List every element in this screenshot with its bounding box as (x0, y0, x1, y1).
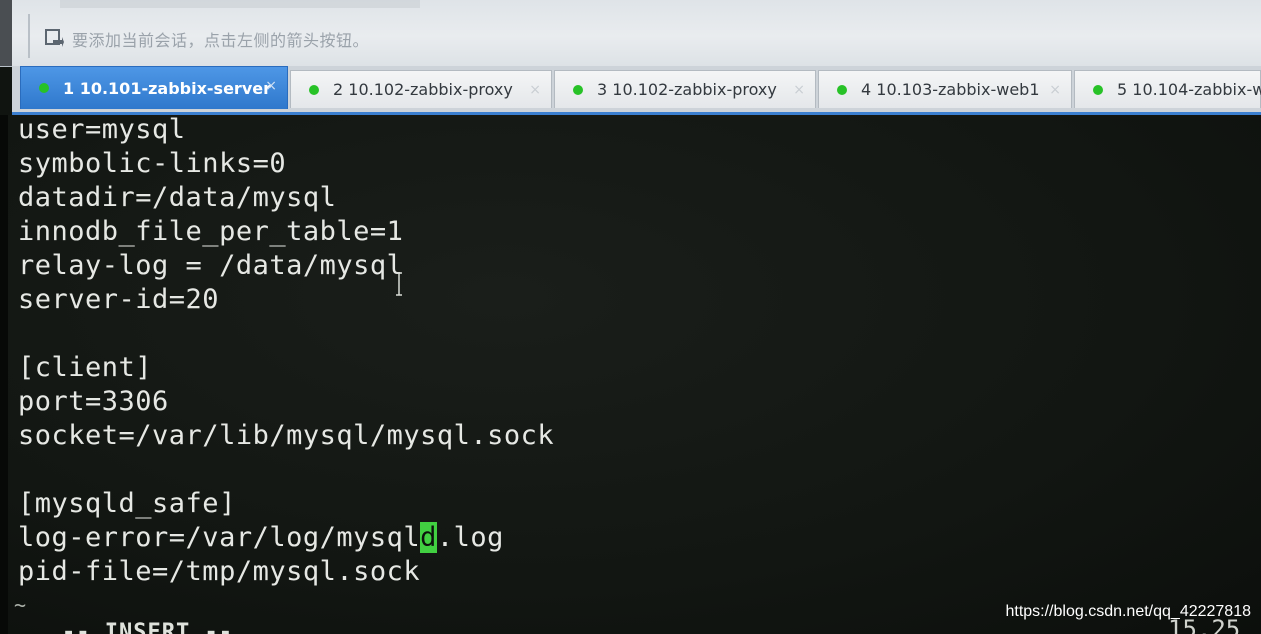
toolbar-top-strip (60, 0, 420, 8)
status-dot-icon (837, 84, 847, 95)
status-dot-icon (1093, 84, 1103, 95)
terminal-edge (0, 115, 8, 634)
close-icon[interactable]: × (793, 82, 805, 98)
session-tab-bar: 1 10.101-zabbix-server × 2 10.102-zabbix… (12, 66, 1261, 115)
config-line: innodb_file_per_table=1 (18, 216, 404, 247)
log-error-prefix: log-error=/var/log/mysql (18, 522, 421, 553)
config-line: datadir=/data/mysql (18, 182, 337, 213)
arrow-session-icon[interactable] (44, 28, 64, 48)
toolbar-separator (28, 14, 30, 58)
tab-session-2[interactable]: 2 10.102-zabbix-proxy × (290, 70, 552, 108)
session-hint-text: 要添加当前会话，点击左侧的箭头按钮。 (72, 31, 370, 50)
tab-label: 5 10.104-zabbix-web2 (1117, 80, 1261, 99)
empty-line-tilde: ~ (14, 593, 27, 617)
mouse-ibeam-icon (396, 272, 402, 296)
status-dot-icon (573, 84, 583, 95)
config-line: [client] (18, 352, 153, 383)
status-dot-icon (309, 84, 319, 95)
watermark: https://blog.csdn.net/qq_42227818 (1005, 603, 1251, 620)
config-line: relay-log = /data/mysql (18, 250, 404, 281)
config-line: socket=/var/lib/mysql/mysql.sock (18, 420, 555, 451)
vim-mode-indicator: -- INSERT -- (62, 620, 233, 634)
tab-label: 4 10.103-zabbix-web1 (861, 80, 1040, 99)
toolbar: 要添加当前会话，点击左侧的箭头按钮。 (0, 0, 1261, 67)
tab-session-3[interactable]: 3 10.102-zabbix-proxy × (554, 70, 816, 108)
config-line: port=3306 (18, 386, 169, 417)
tab-label: 3 10.102-zabbix-proxy (597, 80, 777, 99)
config-line: [mysqld_safe] (18, 488, 236, 519)
window-edge (0, 0, 12, 66)
close-icon[interactable]: × (529, 82, 541, 98)
tab-session-4[interactable]: 4 10.103-zabbix-web1 × (818, 70, 1072, 108)
text-cursor: d (420, 522, 437, 553)
close-icon[interactable]: × (1049, 82, 1061, 98)
config-line: pid-file=/tmp/mysql.sock (18, 556, 421, 587)
config-line: server-id=20 (18, 284, 220, 315)
tab-session-5[interactable]: 5 10.104-zabbix-web2 (1074, 70, 1261, 108)
config-line: symbolic-links=0 (18, 148, 287, 179)
close-icon[interactable]: × (265, 78, 277, 94)
config-line-log-error: log-error=/var/log/mysqld.log (18, 522, 504, 553)
config-line: user=mysql (18, 114, 186, 145)
tab-session-1[interactable]: 1 10.101-zabbix-server × (20, 66, 288, 109)
tab-label: 2 10.102-zabbix-proxy (333, 80, 513, 99)
log-error-suffix: .log (436, 522, 504, 553)
status-dot-icon (39, 83, 49, 93)
terminal-output[interactable]: user=mysql symbolic-links=0 datadir=/dat… (0, 115, 1261, 634)
tab-label: 1 10.101-zabbix-server (63, 78, 271, 98)
